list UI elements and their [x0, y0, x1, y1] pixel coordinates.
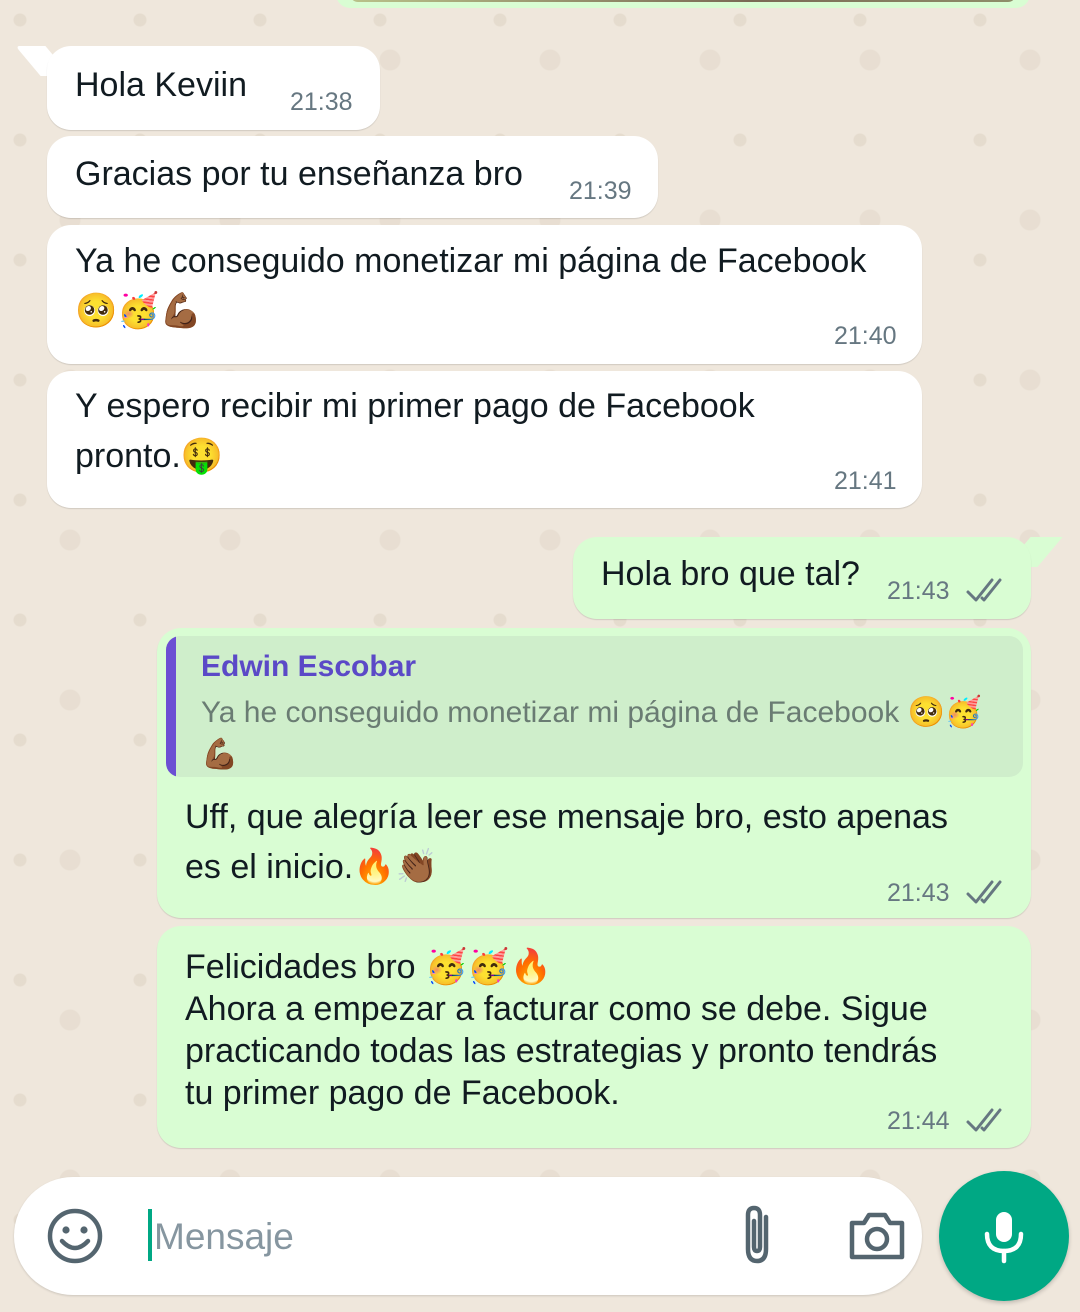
message-composer: [14, 1177, 922, 1295]
camera-icon[interactable]: [846, 1207, 908, 1265]
double-check-icon: [966, 880, 1002, 904]
message-time: 21:43: [887, 879, 950, 907]
quote-author: Edwin Escobar: [201, 650, 417, 683]
message-list: Hola Keviin 21:38 Gracias por tu enseñan…: [0, 0, 1080, 1312]
incoming-message[interactable]: Ya he conseguido monetizar mi página de …: [47, 225, 922, 364]
quote-text: Ya he conseguido monetizar mi página de …: [201, 696, 983, 771]
message-time: 21:39: [569, 177, 632, 205]
message-text: Ya he conseguido monetizar mi página de …: [75, 242, 867, 330]
message-time: 21:38: [290, 88, 353, 116]
message-text: Felicidades bro 🥳🥳🔥 Ahora a empezar a fa…: [185, 948, 938, 1112]
emoji-icon[interactable]: [46, 1207, 104, 1265]
double-check-icon: [966, 1108, 1002, 1132]
quoted-message[interactable]: Edwin Escobar Ya he conseguido monetizar…: [166, 636, 1023, 777]
incoming-message[interactable]: Y espero recibir mi primer pago de Faceb…: [47, 371, 922, 508]
double-check-icon: [966, 578, 1002, 602]
outgoing-message[interactable]: Hola bro que tal? 21:43: [573, 537, 1031, 619]
message-text: Y espero recibir mi primer pago de Faceb…: [75, 387, 755, 475]
message-time: 21:44: [887, 1107, 950, 1135]
message-input[interactable]: [152, 1201, 696, 1273]
message-time: 21:43: [887, 577, 950, 605]
microphone-button[interactable]: [939, 1171, 1069, 1301]
outgoing-message[interactable]: Felicidades bro 🥳🥳🔥 Ahora a empezar a fa…: [157, 926, 1031, 1148]
message-text: Gracias por tu enseñanza bro: [75, 155, 523, 193]
incoming-message[interactable]: Gracias por tu enseñanza bro 21:39: [47, 136, 658, 218]
message-time: 21:41: [834, 467, 897, 495]
quote-bar: [166, 636, 176, 777]
incoming-message[interactable]: Hola Keviin 21:38: [47, 46, 380, 130]
message-time: 21:40: [834, 322, 897, 350]
message-text: Uff, que alegría leer ese mensaje bro, e…: [185, 798, 948, 886]
paperclip-icon[interactable]: [732, 1203, 782, 1269]
microphone-icon: [984, 1212, 1024, 1264]
